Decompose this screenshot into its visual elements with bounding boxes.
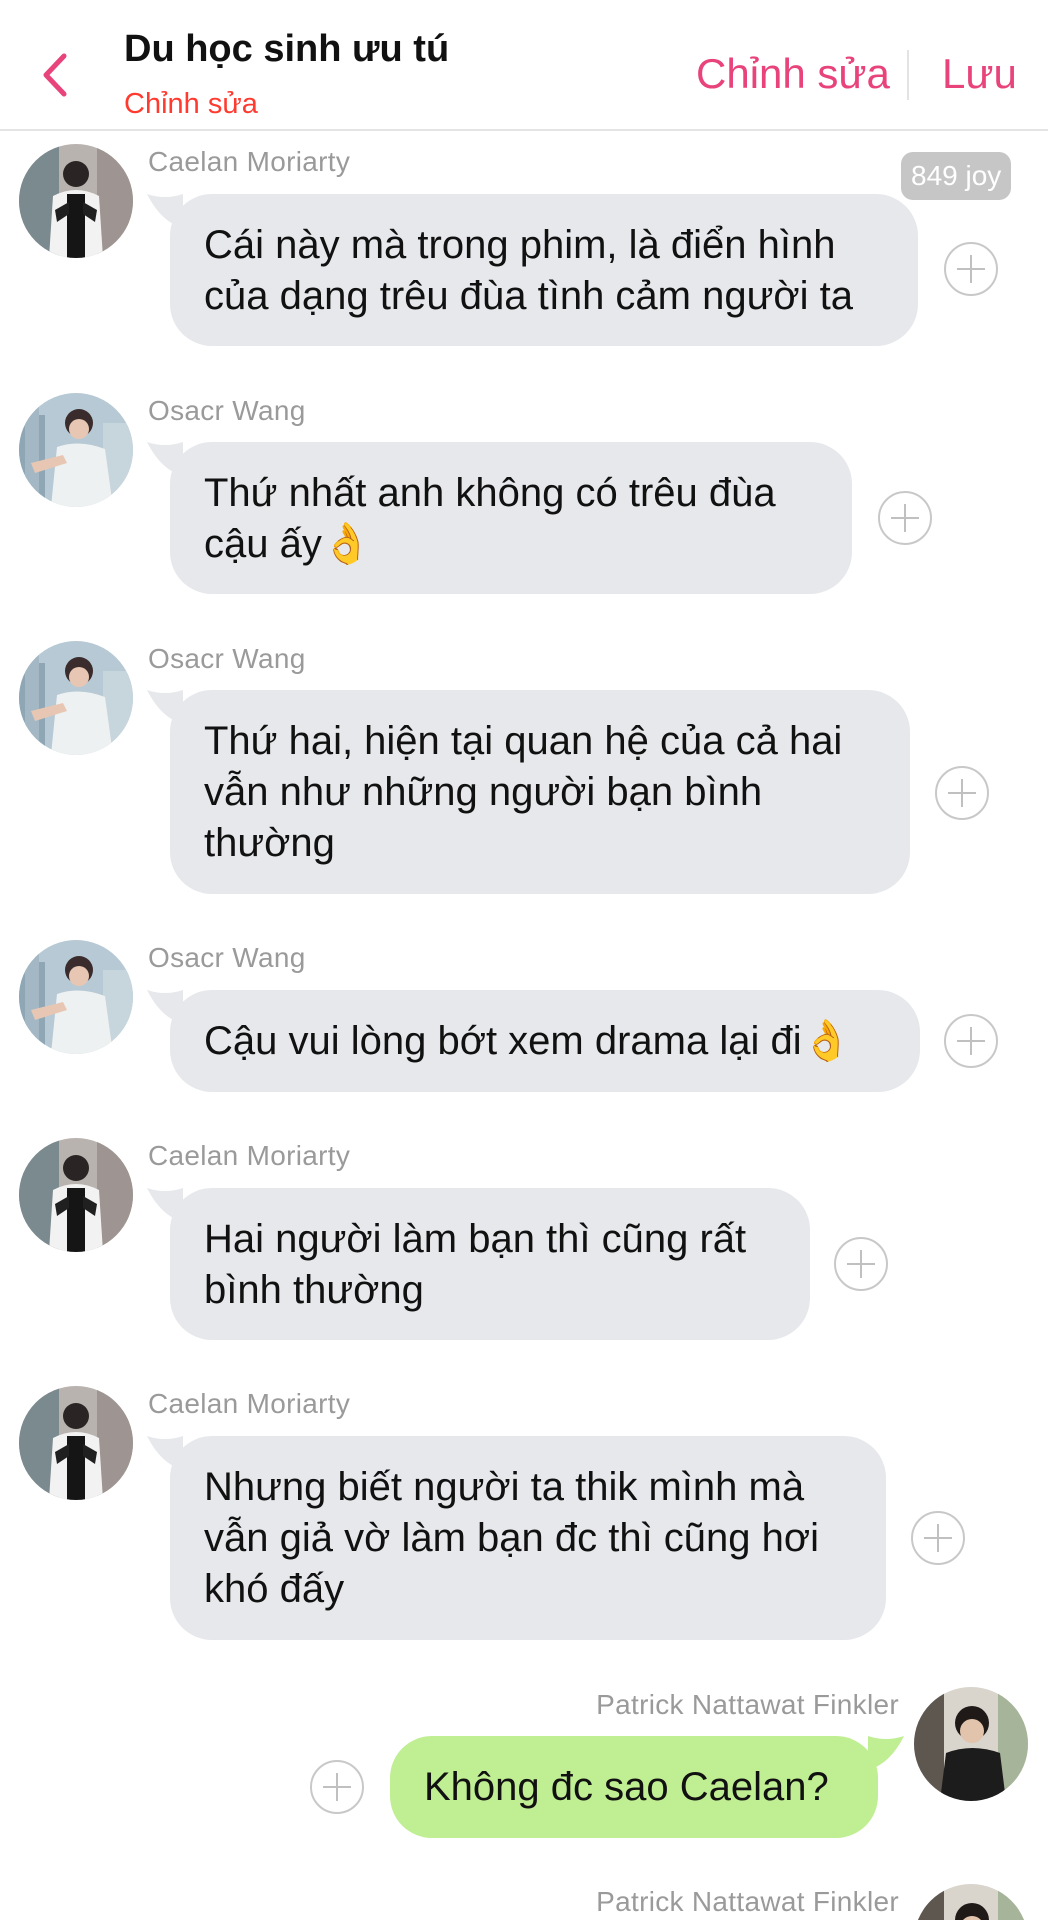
oscar-avatar[interactable] bbox=[19, 393, 133, 507]
message-bubble[interactable]: Hai người làm bạn thì cũng rất bình thườ… bbox=[170, 1188, 810, 1340]
header-divider bbox=[907, 50, 909, 100]
add-reaction-button[interactable] bbox=[310, 1760, 364, 1814]
sender-name: Osacr Wang bbox=[148, 942, 306, 973]
caelan-avatar[interactable] bbox=[19, 144, 133, 258]
chat-screen: Du học sinh ưu tú Chỉnh sửa Chỉnh sửa Lư… bbox=[0, 0, 1048, 1920]
chat-subtitle[interactable]: Chỉnh sửa bbox=[124, 88, 258, 121]
patrick-avatar[interactable] bbox=[914, 1687, 1028, 1801]
add-reaction-button[interactable] bbox=[944, 1014, 998, 1068]
caelan-avatar[interactable] bbox=[19, 1138, 133, 1252]
sender-name: Patrick Nattawat Finkler bbox=[596, 1886, 899, 1917]
joy-badge: 849 joy bbox=[901, 152, 1012, 200]
add-reaction-button[interactable] bbox=[834, 1237, 888, 1291]
caelan-avatar[interactable] bbox=[19, 1386, 133, 1500]
sender-name: Osacr Wang bbox=[148, 643, 306, 674]
message-bubble[interactable]: Nhưng biết người ta thik mình mà vẫn giả… bbox=[170, 1436, 886, 1640]
oscar-avatar[interactable] bbox=[19, 940, 133, 1054]
save-button[interactable]: Lưu bbox=[942, 50, 1017, 98]
message-bubble[interactable]: Không đc sao Caelan? bbox=[390, 1736, 878, 1838]
message-bubble[interactable]: Thứ nhất anh không có trêu đùa cậu ấy👌 bbox=[170, 442, 852, 594]
add-reaction-button[interactable] bbox=[935, 766, 989, 820]
message-bubble[interactable]: Cái này mà trong phim, là điển hình của … bbox=[170, 194, 918, 346]
message-bubble[interactable]: Cậu vui lòng bớt xem drama lại đi👌 bbox=[170, 990, 920, 1092]
add-reaction-button[interactable] bbox=[944, 242, 998, 296]
edit-button[interactable]: Chỉnh sửa bbox=[696, 50, 890, 98]
sender-name: Patrick Nattawat Finkler bbox=[596, 1689, 899, 1720]
add-reaction-button[interactable] bbox=[911, 1511, 965, 1565]
sender-name: Caelan Moriarty bbox=[148, 1140, 351, 1171]
chat-title: Du học sinh ưu tú bbox=[124, 28, 450, 70]
oscar-avatar[interactable] bbox=[19, 641, 133, 755]
ok-hand-emoji: 👌 bbox=[321, 521, 372, 567]
sender-name: Osacr Wang bbox=[148, 395, 306, 426]
back-button[interactable] bbox=[30, 45, 80, 105]
sender-name: Caelan Moriarty bbox=[148, 1388, 351, 1419]
sender-name: Caelan Moriarty bbox=[148, 146, 351, 177]
add-reaction-button[interactable] bbox=[878, 491, 932, 545]
patrick-avatar[interactable] bbox=[914, 1884, 1028, 1920]
ok-hand-emoji: 👌 bbox=[801, 1018, 852, 1064]
chevron-left-icon bbox=[43, 53, 67, 97]
message-bubble[interactable]: Thứ hai, hiện tại quan hệ của cả hai vẫn… bbox=[170, 690, 910, 894]
chat-header: Du học sinh ưu tú Chỉnh sửa Chỉnh sửa Lư… bbox=[0, 0, 1048, 131]
